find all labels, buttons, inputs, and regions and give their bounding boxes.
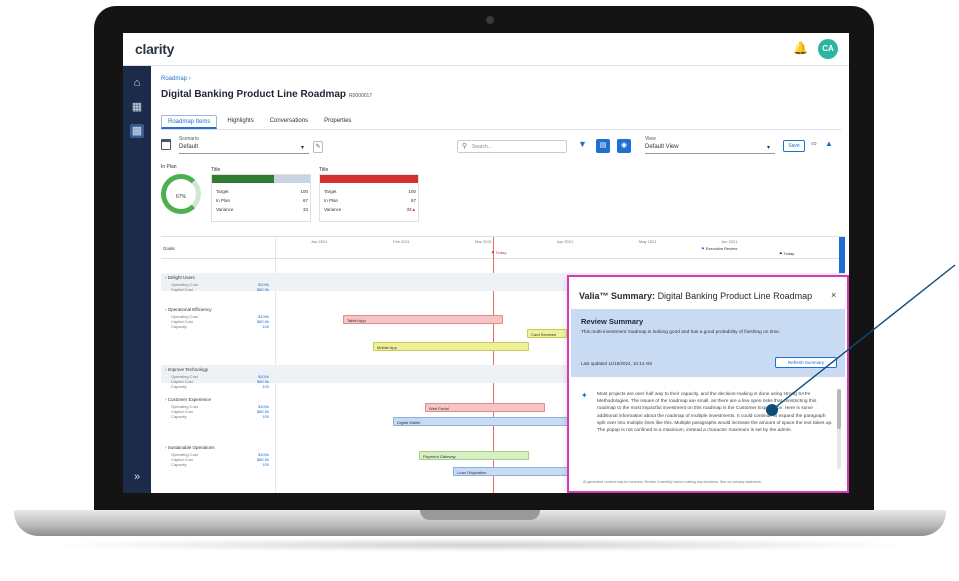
callout-line <box>771 264 956 411</box>
laptop-stage: clarity 🔔 CA ⌂ ▦ ▩ » Roadmap › Digital B… <box>0 0 959 581</box>
callout-dot <box>766 404 778 416</box>
